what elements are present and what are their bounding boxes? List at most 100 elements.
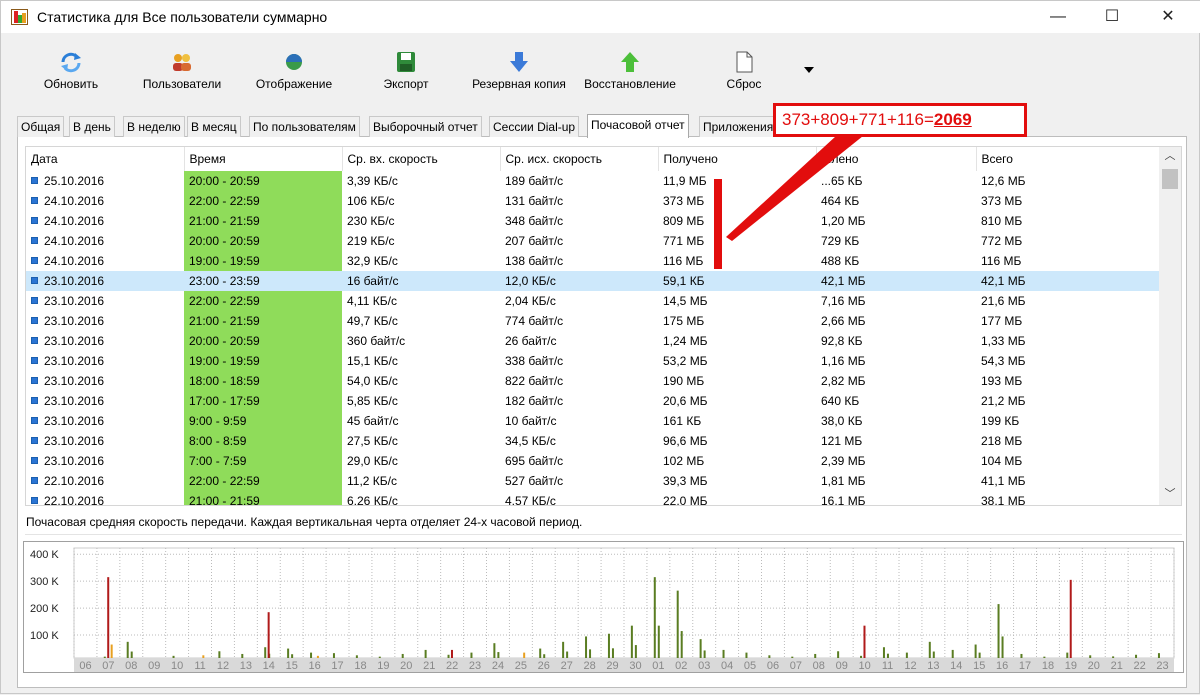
column-header-6[interactable]: Всего [976,147,1160,171]
chart-bar [107,577,110,658]
x-tick-label: 22 [1134,660,1146,672]
cell-recv: 809 МБ [663,214,705,228]
toolbar-dropdown-arrow-icon[interactable] [804,67,814,73]
chart-bar [1001,636,1004,658]
arrow-down-icon [510,52,528,72]
cell-time: 7:00 - 7:59 [184,451,342,471]
column-header-2[interactable]: Ср. вх. скорость [342,147,501,171]
table-row[interactable]: 23.10.2016 17:00 - 17:59 5,85 КБ/с 182 байт… [26,391,1159,411]
table-row[interactable]: 25.10.2016 20:00 - 20:59 3,39 КБ/с 189 байт… [26,171,1159,191]
cell-in: 49,7 КБ/с [347,314,398,328]
chart-bar [814,653,817,658]
users-button[interactable]: Пользователи [138,51,226,101]
tab-0[interactable]: Общая [17,116,65,137]
refresh-button[interactable]: Обновить [39,51,103,101]
x-tick-label: 15 [286,660,298,672]
column-header-0[interactable]: Дата [26,147,185,171]
row-icon [31,237,38,244]
chart-bar [1066,652,1069,658]
table-row[interactable]: 22.10.2016 22:00 - 22:59 11,2 КБ/с 527 байт… [26,471,1159,491]
date-text: 23.10.2016 [44,314,105,328]
tab-1[interactable]: В день [69,116,115,137]
x-tick-label: 14 [263,660,275,672]
tab-4[interactable]: По пользователям [249,116,360,137]
chart-bar [287,648,290,658]
table-row[interactable]: 23.10.2016 8:00 - 8:59 27,5 КБ/с 34,5 КБ/с 9… [26,431,1159,451]
backup-button[interactable]: Резервная копия [467,51,571,101]
date-text: 23.10.2016 [44,274,105,288]
cell-date: 22.10.2016 [26,471,184,491]
tab-3[interactable]: В месяц [187,116,241,137]
cell-in: 4,11 КБ/с [347,294,397,308]
cell-sent: 640 КБ [821,394,860,408]
table-row[interactable]: 23.10.2016 23:00 - 23:59 16 байт/с 12,0 КБ/… [26,271,1159,291]
cell-sent: 121 МБ [821,434,863,448]
chart-bar [401,653,404,658]
display-button[interactable]: Отображение [251,51,337,101]
chart-bar [1069,579,1072,658]
chart-bar [493,643,496,658]
tab-5[interactable]: Выборочный отчет [369,116,482,137]
row-icon [31,417,38,424]
cell-out: 338 байт/с [505,354,564,368]
column-header-3[interactable]: Ср. исх. скорость [500,147,659,171]
table-row[interactable]: 23.10.2016 21:00 - 21:59 49,7 КБ/с 774 байт… [26,311,1159,331]
annotation-expr: 373+809+771+116= [782,110,934,129]
date-text: 24.10.2016 [44,214,105,228]
restore-button[interactable]: Восстановление [581,51,679,101]
x-tick-label: 17 [331,660,343,672]
tab-8[interactable]: Приложения [699,116,778,137]
table-row[interactable]: 23.10.2016 20:00 - 20:59 360 байт/с 26 байт… [26,331,1159,351]
export-button[interactable]: Экспорт [379,51,433,101]
column-header-4[interactable]: Получено [658,147,817,171]
x-tick-label: 18 [1042,660,1054,672]
table-row[interactable]: 22.10.2016 21:00 - 21:59 6,26 КБ/с 4,57 КБ/… [26,491,1159,506]
table-row[interactable]: 23.10.2016 19:00 - 19:59 15,1 КБ/с 338 байт… [26,351,1159,371]
chart-bar [316,655,319,658]
cell-in: 106 КБ/с [347,194,395,208]
cell-in: 6,26 КБ/с [347,494,398,506]
date-text: 23.10.2016 [44,374,105,388]
cell-recv: 22,0 МБ [663,494,708,506]
chart-bar [676,590,679,658]
table-row[interactable]: 23.10.2016 9:00 - 9:59 45 байт/с 10 байт/с 1… [26,411,1159,431]
table-row[interactable]: 24.10.2016 20:00 - 20:59 219 КБ/с 207 байт/… [26,231,1159,251]
vertical-scrollbar[interactable]: ︿ ﹀ [1159,147,1181,505]
maximize-button[interactable]: ☐ [1089,1,1135,33]
cell-sent: 1,81 МБ [821,474,866,488]
column-header-1[interactable]: Время [184,147,343,171]
scroll-down-icon[interactable]: ﹀ [1159,485,1181,503]
date-text: 24.10.2016 [44,194,105,208]
chart-bar [699,639,702,658]
minimize-button[interactable]: — [1035,1,1081,33]
cell-recv: 11,9 МБ [663,174,707,188]
date-text: 23.10.2016 [44,394,105,408]
table-row[interactable]: 24.10.2016 21:00 - 21:59 230 КБ/с 348 байт/… [26,211,1159,231]
x-tick-label: 03 [698,660,710,672]
users-icon [173,54,191,71]
column-header-5[interactable]: ...лено [816,147,977,171]
x-tick-label: 12 [904,660,916,672]
table-row[interactable]: 24.10.2016 22:00 - 22:59 106 КБ/с 131 байт/… [26,191,1159,211]
toolbar: Обновить Пользователи Отображение Экспор… [1,41,1200,103]
scroll-up-icon[interactable]: ︿ [1159,147,1181,165]
scroll-thumb[interactable] [1162,169,1178,189]
x-tick-label: 06 [79,660,91,672]
close-button[interactable]: ✕ [1145,1,1191,33]
tab-7[interactable]: Почасовой отчет [587,114,689,138]
chart-bar [470,652,473,658]
tab-6[interactable]: Сессии Dial-up [489,116,580,137]
reset-button[interactable]: Сброс [721,51,767,101]
stats-window: Статистика для Все пользователи суммарно… [0,0,1200,694]
table-row[interactable]: 24.10.2016 19:00 - 19:59 32,9 КБ/с 138 байт… [26,251,1159,271]
chart-bar [126,641,129,658]
tab-2[interactable]: В неделю [123,116,185,137]
table-row[interactable]: 23.10.2016 7:00 - 7:59 29,0 КБ/с 695 байт/с… [26,451,1159,471]
chart-bar [630,625,633,658]
chart-bar [450,649,453,658]
cell-time: 21:00 - 21:59 [184,211,342,231]
cell-time: 21:00 - 21:59 [184,311,342,331]
table-row[interactable]: 23.10.2016 18:00 - 18:59 54,0 КБ/с 822 байт… [26,371,1159,391]
table-row[interactable]: 23.10.2016 22:00 - 22:59 4,11 КБ/с 2,04 КБ/… [26,291,1159,311]
row-icon [31,317,38,324]
